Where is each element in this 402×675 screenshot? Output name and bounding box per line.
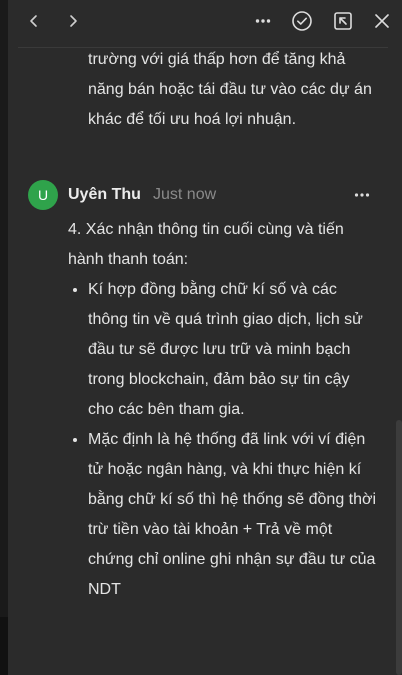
- comment-timestamp: Just now: [153, 186, 217, 203]
- comments-scroll-area[interactable]: trường với giá thấp hơn để tăng khả năng…: [8, 48, 402, 675]
- chevron-left-icon[interactable]: [22, 9, 46, 33]
- check-circle-icon[interactable]: [290, 9, 314, 33]
- comment-header: U Uyên Thu Just now: [28, 180, 388, 210]
- panel-toolbar: [8, 0, 402, 42]
- comment-body: 4. Xác nhận thông tin cuối cùng và tiến …: [68, 215, 378, 605]
- comment-bullet-1: Kí hợp đồng bằng chữ kí số và các thông …: [88, 275, 378, 425]
- scrollbar-thumb[interactable]: [396, 420, 402, 675]
- previous-comment-text: trường với giá thấp hơn để tăng khả năng…: [88, 51, 372, 128]
- chevron-right-icon[interactable]: [61, 9, 85, 33]
- comment-more-icon[interactable]: [350, 183, 374, 207]
- comment-panel: trường với giá thấp hơn để tăng khả năng…: [8, 0, 402, 675]
- comment-bullet-list: Kí hợp đồng bằng chữ kí số và các thông …: [68, 275, 378, 605]
- comment-heading: 4. Xác nhận thông tin cuối cùng và tiến …: [68, 221, 344, 268]
- open-external-icon[interactable]: [331, 9, 355, 33]
- more-horizontal-icon[interactable]: [251, 9, 275, 33]
- comment-bullet-2: Mặc định là hệ thống đã link với ví điện…: [88, 425, 378, 605]
- left-background-strip: [0, 0, 8, 675]
- comment-author: Uyên Thu: [68, 186, 141, 203]
- left-background-strip-bottom: [0, 617, 8, 675]
- avatar[interactable]: U: [28, 180, 58, 210]
- close-icon[interactable]: [370, 9, 394, 33]
